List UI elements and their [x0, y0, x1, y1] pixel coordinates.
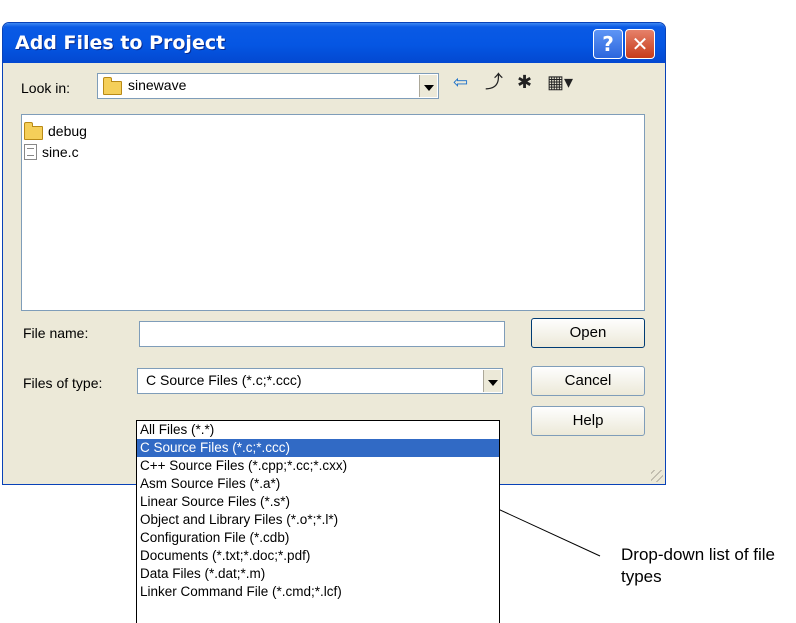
file-type-option[interactable]: C++ Source Files (*.cpp;*.cc;*.cxx) — [137, 457, 499, 475]
file-type-dropdown-list[interactable]: All Files (*.*) C Source Files (*.c;*.cc… — [136, 420, 500, 623]
callout-annotation: Drop-down list of file types — [621, 545, 776, 586]
file-type-option[interactable]: Data Files (*.dat;*.m) — [137, 565, 499, 583]
file-type-option[interactable]: All Files (*.*) — [137, 421, 499, 439]
file-type-option[interactable]: Linear Source Files (*.s*) — [137, 493, 499, 511]
file-type-option[interactable]: Linker Command File (*.cmd;*.lcf) — [137, 583, 499, 601]
file-type-option[interactable]: Configuration File (*.cdb) — [137, 529, 499, 547]
file-type-option[interactable]: Documents (*.txt;*.doc;*.pdf) — [137, 547, 499, 565]
file-type-option[interactable]: Asm Source Files (*.a*) — [137, 475, 499, 493]
file-type-option[interactable]: Object and Library Files (*.o*;*.l*) — [137, 511, 499, 529]
file-type-option-selected[interactable]: C Source Files (*.c;*.ccc) — [137, 439, 499, 457]
